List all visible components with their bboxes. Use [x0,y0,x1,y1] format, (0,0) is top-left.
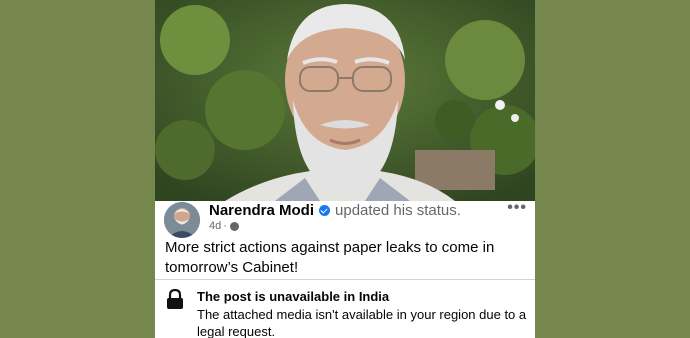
profile-avatar[interactable] [164,202,200,238]
more-options-icon[interactable]: ••• [507,199,527,217]
avatar-image [164,202,200,238]
post-meta: 4d · [209,220,239,232]
notice-body: The attached media isn't available in yo… [197,307,527,338]
facebook-post-card: Narendra Modi updated his status. 4d · •… [155,199,535,338]
screenshot-frame: Narendra Modi updated his status. 4d · •… [155,0,535,338]
post-header: Narendra Modi updated his status. [209,202,461,219]
post-action-text: updated his status. [335,202,461,219]
post-timestamp[interactable]: 4d [209,220,221,232]
globe-icon [229,221,239,231]
video-thumbnail[interactable] [155,0,535,201]
meta-separator: · [223,220,227,232]
notice-title: The post is unavailable in India [197,289,390,304]
video-frame-image [155,0,535,201]
author-name[interactable]: Narendra Modi [209,202,314,219]
verified-badge-icon [319,205,331,216]
post-text: More strict actions against paper leaks … [165,239,495,276]
unavailable-notice: The post is unavailable in India The att… [155,279,535,338]
lock-icon [167,289,183,309]
